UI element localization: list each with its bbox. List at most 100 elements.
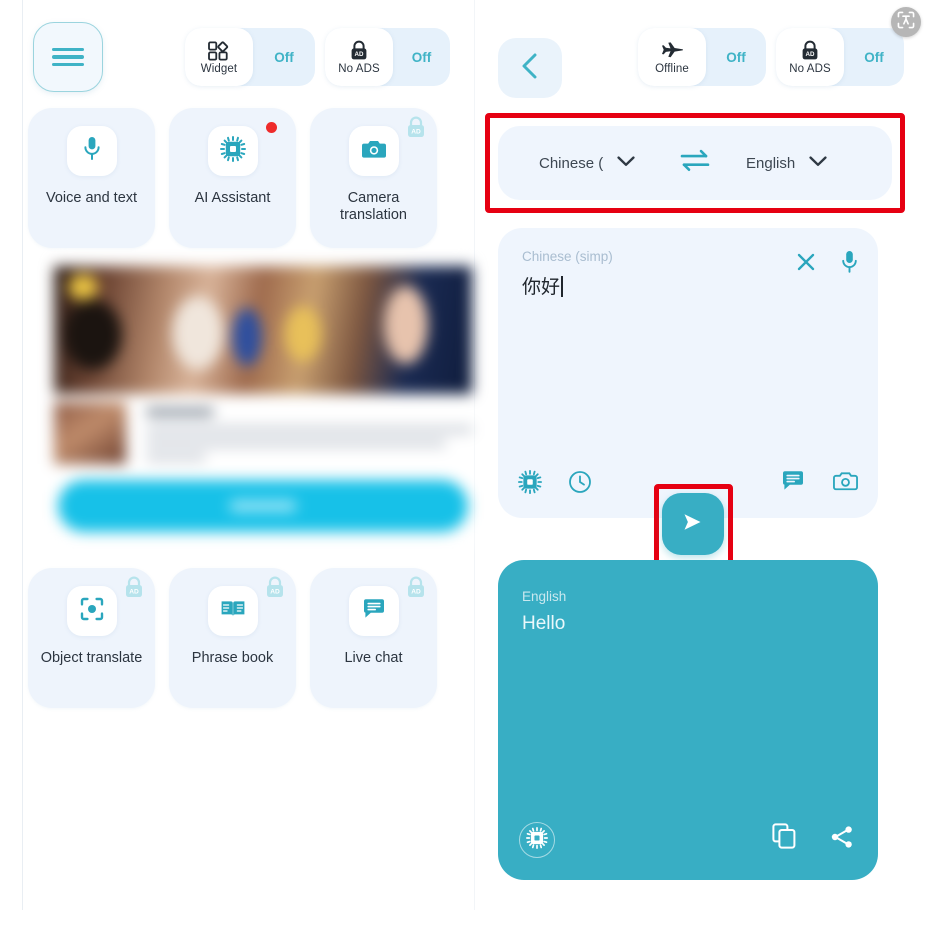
right-screen: Offline Off AD No ADS Off Chinese (Engl… [476, 0, 931, 930]
svg-text:AD: AD [270, 588, 280, 595]
camera-icon [361, 138, 387, 165]
toggle-widget-state: Off [274, 49, 294, 65]
text-caret [561, 276, 563, 297]
lock-ad-icon: AD [800, 40, 820, 62]
card-ai-assistant[interactable]: AI Assistant [169, 108, 296, 248]
copy-button[interactable] [772, 823, 796, 854]
toggle-no-ads-left[interactable]: AD No ADS Off [325, 28, 450, 86]
chevron-down-icon [617, 154, 635, 172]
toggle-offline[interactable]: Offline Off [638, 28, 766, 86]
scan-fab-button[interactable] [891, 7, 921, 37]
ad-lock-icon: AD [123, 576, 145, 600]
language-selector-highlight: Chinese (English [485, 113, 905, 213]
share-icon [830, 826, 854, 853]
card-icon-tile [66, 126, 117, 176]
source-language-label: Chinese ( [539, 154, 604, 172]
lock-ad-icon: AD [349, 40, 369, 62]
feature-grid-row2: AD Object translate AD Phrase book AD Li… [28, 568, 468, 708]
ad-detail-row [54, 402, 472, 464]
ai-chip-icon [219, 135, 246, 167]
toggle-no-ads-tile: AD No ADS [325, 28, 393, 86]
toggle-widget-tile: Widget [185, 28, 253, 86]
target-language-dropdown[interactable]: English [746, 154, 827, 172]
svg-text:AD: AD [411, 588, 421, 595]
camera-icon[interactable] [833, 470, 858, 497]
toggle-widget[interactable]: Widget Off [185, 28, 315, 86]
voice-input-button[interactable] [841, 250, 858, 279]
card-icon-tile [207, 586, 258, 636]
pane-divider-right [474, 0, 475, 910]
source-language-dropdown[interactable]: Chinese ( [539, 154, 635, 172]
toggle-no-ads-state: Off [411, 49, 432, 65]
card-voice-and-text[interactable]: Voice and text [28, 108, 155, 248]
ad-thumbnail [54, 402, 126, 464]
swap-languages-button[interactable] [678, 148, 712, 179]
card-object-translate[interactable]: AD Object translate [28, 568, 155, 708]
clear-text-button[interactable] [796, 252, 816, 277]
toggle-offline-state: Off [726, 49, 746, 65]
toggle-widget-label: Widget [200, 62, 238, 75]
target-language-label: English [746, 154, 796, 172]
ad-lock-icon: AD [405, 576, 427, 600]
toggle-no-ads-right[interactable]: AD No ADS Off [776, 28, 904, 86]
ad-hero-image [54, 266, 472, 394]
translated-text: Hello [522, 613, 566, 634]
blurred-ad-banner[interactable] [54, 262, 472, 550]
card-label: Voice and text [45, 190, 138, 206]
svg-text:AD: AD [411, 128, 421, 135]
ad-cta-button[interactable] [58, 480, 468, 532]
chat-bubble-icon[interactable] [781, 470, 805, 497]
card-label: Camera translation [340, 190, 407, 223]
chevron-left-icon [520, 53, 540, 84]
card-icon-tile [348, 586, 399, 636]
toggle-no-ads-label: No ADS [338, 62, 380, 75]
microphone-icon [841, 251, 858, 278]
share-button[interactable] [830, 825, 854, 854]
microphone-icon [83, 136, 101, 166]
open-book-icon [220, 598, 246, 625]
close-x-icon [796, 253, 816, 276]
send-button[interactable] [662, 493, 724, 555]
back-button[interactable] [498, 38, 562, 98]
card-phrase-book[interactable]: AD Phrase book [169, 568, 296, 708]
source-language-caption: Chinese (simp) [522, 249, 613, 264]
app-root: Widget Off AD No ADS Off Voice and text … [0, 0, 931, 930]
history-clock-icon[interactable] [568, 470, 592, 499]
hamburger-icon [52, 43, 84, 71]
feature-grid-row1: Voice and text AI Assistant AD Camera tr… [28, 108, 468, 248]
source-text-value: 你好 [522, 277, 561, 298]
translation-result-card[interactable]: English Hello [498, 560, 878, 880]
chevron-down-icon [809, 154, 827, 172]
left-top-bar: Widget Off AD No ADS Off [28, 20, 468, 96]
toggle-no-ads-state: Off [864, 49, 884, 65]
ai-chip-icon [526, 826, 548, 854]
left-screen: Widget Off AD No ADS Off Voice and text … [23, 0, 474, 930]
target-language-caption: English [522, 589, 567, 604]
object-scan-icon [80, 597, 104, 626]
chat-bubble-icon [362, 598, 386, 625]
language-bar: Chinese (English [498, 126, 892, 200]
svg-text:AD: AD [129, 588, 139, 595]
copy-icon [772, 823, 796, 853]
toggle-offline-tile: Offline [638, 28, 706, 86]
airplane-icon [660, 40, 684, 62]
toggle-offline-label: Offline [655, 62, 689, 75]
source-text-input[interactable]: 你好 [522, 272, 563, 299]
toggle-no-ads-tile: AD No ADS [776, 28, 844, 86]
ai-assistant-button[interactable] [519, 822, 555, 858]
card-camera-translation[interactable]: AD Camera translation [310, 108, 437, 248]
svg-text:AD: AD [355, 51, 364, 58]
svg-text:AD: AD [806, 51, 815, 58]
card-icon-tile [207, 126, 258, 176]
ad-lock-icon: AD [405, 116, 427, 140]
card-label: AI Assistant [194, 190, 271, 206]
card-label: Object translate [40, 650, 143, 666]
ai-chip-icon[interactable] [518, 470, 542, 499]
send-arrow-icon [679, 510, 707, 539]
card-live-chat[interactable]: AD Live chat [310, 568, 437, 708]
source-text-card[interactable]: Chinese (simp) 你好 [498, 228, 878, 518]
menu-button[interactable] [33, 22, 103, 92]
widget-grid-icon [208, 40, 230, 62]
scan-frame-icon [897, 11, 915, 34]
card-label: Phrase book [191, 650, 274, 666]
